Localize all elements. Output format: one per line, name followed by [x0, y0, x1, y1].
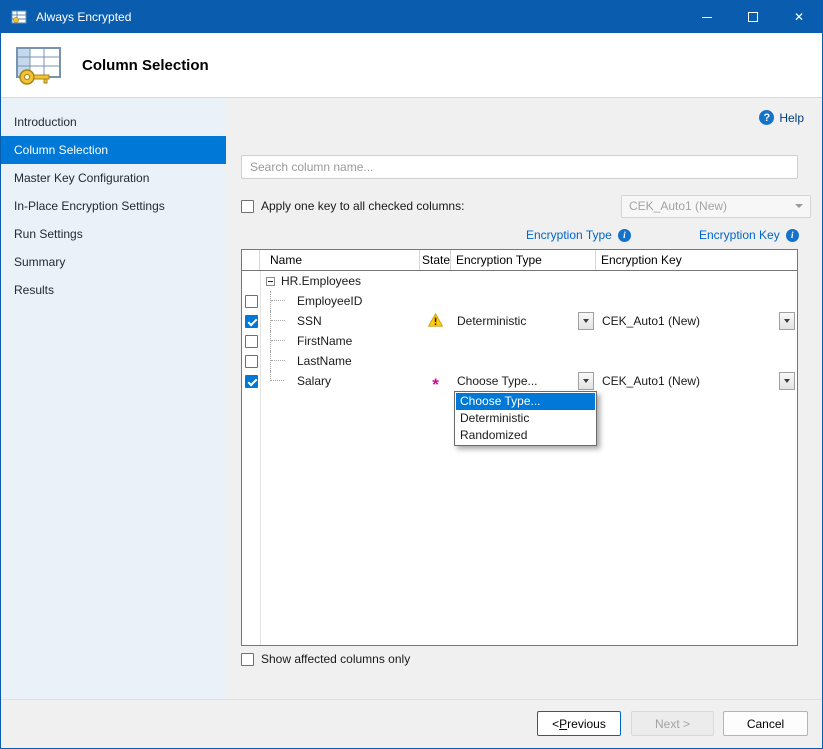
- columns-grid: Name State Encryption Type Encryption Ke…: [241, 249, 798, 646]
- sidebar-item-results[interactable]: Results: [1, 276, 226, 304]
- tree-collapse-toggle[interactable]: [266, 277, 275, 286]
- checkbox-column-divider: [260, 271, 261, 645]
- encryption-key-link[interactable]: Encryption Key: [699, 228, 780, 242]
- apply-key-checkbox[interactable]: [241, 200, 254, 213]
- row-checkbox[interactable]: [245, 335, 258, 348]
- grid-header-row: Name State Encryption Type Encryption Ke…: [242, 250, 797, 271]
- maximize-icon: [748, 12, 758, 22]
- window-title: Always Encrypted: [36, 10, 131, 24]
- grid-header-encryption-type: Encryption Type: [451, 250, 596, 270]
- apply-key-value: CEK_Auto1 (New): [629, 199, 727, 213]
- show-affected-checkbox[interactable]: [241, 653, 254, 666]
- search-input[interactable]: [241, 155, 798, 179]
- row-checkbox[interactable]: [245, 355, 258, 368]
- apply-key-label: Apply one key to all checked columns:: [261, 199, 464, 213]
- previous-label-accel: P: [559, 717, 567, 731]
- table-row: SSN Deterministic CEK_Auto1 (Ne: [242, 311, 797, 331]
- encryption-key-value: CEK_Auto1 (New): [596, 374, 700, 388]
- sidebar-item-column-selection[interactable]: Column Selection: [1, 136, 226, 164]
- warning-icon: [428, 313, 443, 330]
- dropdown-option-randomized[interactable]: Randomized: [456, 427, 595, 444]
- help-icon: [759, 110, 774, 125]
- table-row: LastName: [242, 351, 797, 371]
- page-title: Column Selection: [82, 57, 209, 74]
- tree-connector: [270, 291, 290, 311]
- next-button[interactable]: Next >: [631, 711, 714, 736]
- dropdown-option-deterministic[interactable]: Deterministic: [456, 410, 595, 427]
- row-checkbox[interactable]: [245, 375, 258, 388]
- tree-connector: [270, 351, 290, 371]
- app-icon: [11, 10, 27, 24]
- row-checkbox[interactable]: [245, 295, 258, 308]
- grid-header-encryption-key: Encryption Key: [596, 250, 797, 270]
- show-affected-row: Show affected columns only: [241, 652, 410, 666]
- encryption-type-value: Deterministic: [451, 314, 526, 328]
- minimize-button[interactable]: [684, 1, 730, 33]
- sidebar-item-introduction[interactable]: Introduction: [1, 108, 226, 136]
- encryption-key-dropdown-button[interactable]: [779, 372, 795, 390]
- help-link[interactable]: Help: [759, 110, 804, 125]
- minimize-icon: [702, 17, 712, 18]
- titlebar: Always Encrypted: [1, 1, 822, 33]
- grid-header-name: Name: [260, 250, 420, 270]
- encryption-type-dropdown-button[interactable]: [578, 372, 594, 390]
- close-button[interactable]: [776, 1, 822, 33]
- column-name: SSN: [297, 314, 322, 328]
- apply-key-select[interactable]: CEK_Auto1 (New): [621, 195, 811, 218]
- encryption-type-value: Choose Type...: [451, 374, 538, 388]
- tree-connector: [270, 331, 290, 351]
- wizard-footer: < Previous Next > Cancel: [1, 699, 822, 748]
- chevron-down-icon: [784, 379, 790, 383]
- encryption-type-dropdown-button[interactable]: [578, 312, 594, 330]
- column-name: FirstName: [297, 334, 352, 348]
- table-group-label: HR.Employees: [281, 274, 361, 288]
- column-name: Salary: [297, 374, 331, 388]
- previous-button[interactable]: < Previous: [537, 711, 621, 736]
- maximize-button[interactable]: [730, 1, 776, 33]
- required-icon: *: [432, 380, 439, 390]
- row-checkbox[interactable]: [245, 315, 258, 328]
- always-encrypted-wizard-window: Always Encrypted Column Selection: [0, 0, 823, 749]
- table-row: FirstName: [242, 331, 797, 351]
- column-name: EmployeeID: [297, 294, 362, 308]
- wizard-header: Column Selection: [1, 33, 822, 98]
- tree-connector: [270, 311, 290, 331]
- table-row: EmployeeID: [242, 291, 797, 311]
- cancel-button[interactable]: Cancel: [723, 711, 808, 736]
- info-icon[interactable]: [618, 229, 631, 242]
- table-row-group: HR.Employees: [242, 271, 797, 291]
- wizard-nav-sidebar: Introduction Column Selection Master Key…: [1, 98, 226, 699]
- table-row: Salary * Choose Type... CEK_Auto1 (New): [242, 371, 797, 391]
- table-key-icon: [14, 44, 64, 86]
- chevron-down-icon: [583, 379, 589, 383]
- apply-key-row: Apply one key to all checked columns: CE…: [241, 193, 811, 219]
- sidebar-item-in-place-encryption-settings[interactable]: In-Place Encryption Settings: [1, 192, 226, 220]
- chevron-down-icon: [795, 204, 803, 208]
- tree-connector: [270, 371, 290, 391]
- column-name: LastName: [297, 354, 352, 368]
- dropdown-option-choose-type[interactable]: Choose Type...: [456, 393, 595, 410]
- info-icon[interactable]: [786, 229, 799, 242]
- previous-label-suffix: revious: [567, 717, 606, 731]
- grid-header-state: State: [420, 250, 451, 270]
- show-affected-label: Show affected columns only: [261, 652, 410, 666]
- chevron-down-icon: [583, 319, 589, 323]
- help-label: Help: [779, 111, 804, 125]
- close-icon: [794, 10, 804, 24]
- chevron-down-icon: [784, 319, 790, 323]
- sidebar-item-summary[interactable]: Summary: [1, 248, 226, 276]
- encryption-key-dropdown-button[interactable]: [779, 312, 795, 330]
- grid-header-checkbox-column: [242, 250, 260, 270]
- main-panel: Help Apply one key to all checked column…: [226, 98, 823, 699]
- encryption-type-link[interactable]: Encryption Type: [526, 228, 612, 242]
- sidebar-item-master-key-configuration[interactable]: Master Key Configuration: [1, 164, 226, 192]
- encryption-type-dropdown-list: Choose Type... Deterministic Randomized: [454, 391, 597, 446]
- previous-label-prefix: <: [552, 717, 559, 731]
- sidebar-item-run-settings[interactable]: Run Settings: [1, 220, 226, 248]
- encryption-key-value: CEK_Auto1 (New): [596, 314, 700, 328]
